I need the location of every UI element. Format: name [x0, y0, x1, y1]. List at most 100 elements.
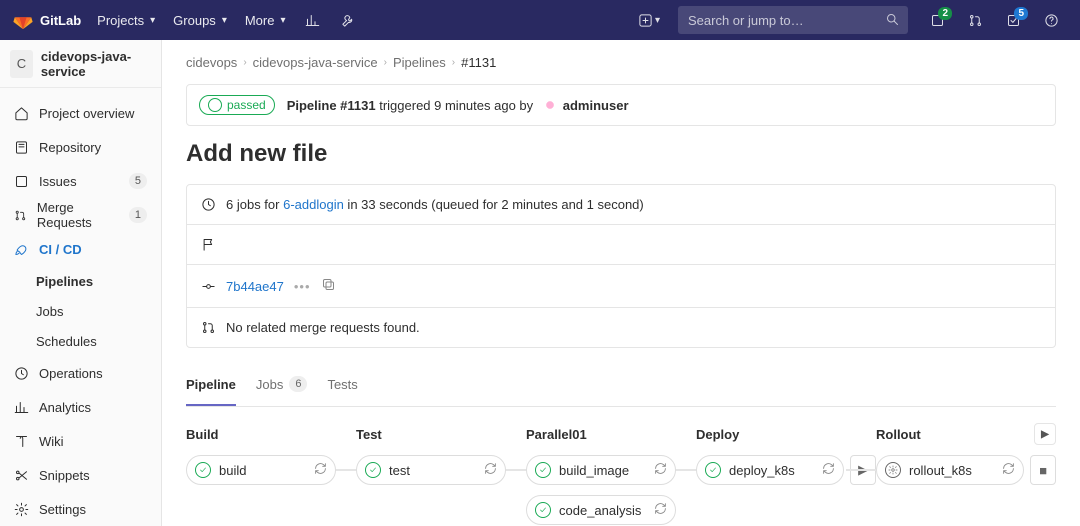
target-row	[187, 224, 1055, 264]
sidebar-item-repository[interactable]: Repository	[0, 130, 161, 164]
gear-status-icon	[885, 462, 901, 478]
issues-count-badge: 2	[938, 7, 952, 20]
job-pill[interactable]: test	[356, 455, 506, 485]
search-input[interactable]	[678, 6, 908, 34]
scissors-icon	[14, 468, 29, 483]
nav-todos-link[interactable]: 5	[996, 3, 1030, 37]
nav-admin-icon[interactable]	[332, 3, 366, 37]
job-pill[interactable]: deploy_k8s	[696, 455, 844, 485]
sidebar-item-snippets[interactable]: Snippets	[0, 458, 161, 492]
gitlab-logo[interactable]: GitLab	[12, 9, 81, 31]
sidebar-sub-pipelines[interactable]: Pipelines	[0, 266, 161, 296]
stage-header: Build	[186, 423, 356, 445]
help-icon	[1044, 13, 1059, 28]
sidebar-item-operations[interactable]: Operations	[0, 356, 161, 390]
retry-icon[interactable]	[654, 462, 667, 478]
check-status-icon	[535, 502, 551, 518]
sidebar-item-issues[interactable]: Issues 5	[0, 164, 161, 198]
sidebar-item-analytics[interactable]: Analytics	[0, 390, 161, 424]
job-name: build_image	[559, 463, 646, 478]
retry-icon[interactable]	[654, 502, 667, 518]
breadcrumb: cidevops› cidevops-java-service› Pipelin…	[186, 40, 1056, 84]
nav-groups[interactable]: Groups▾	[165, 7, 235, 34]
stage-column: Rollout▶ rollout_k8s■	[876, 423, 1056, 485]
issues-count: 5	[129, 173, 147, 189]
branch-link[interactable]: 6-addlogin	[283, 197, 344, 212]
sidebar-item-label: Snippets	[39, 468, 90, 483]
sidebar-item-settings[interactable]: Settings	[0, 492, 161, 526]
retry-icon[interactable]	[484, 462, 497, 478]
job-pill[interactable]: build	[186, 455, 336, 485]
nav-more[interactable]: More▾	[237, 7, 294, 34]
chevron-down-icon: ▾	[150, 15, 155, 26]
stage-column: Build build	[186, 423, 356, 485]
sidebar-item-merge-requests[interactable]: Merge Requests 1	[0, 198, 161, 232]
stage-header: Parallel01	[526, 423, 696, 445]
operations-icon	[14, 366, 29, 381]
stage-header: Rollout▶	[876, 423, 1056, 445]
main-content: cidevops› cidevops-java-service› Pipelin…	[162, 40, 1080, 526]
crumb-group[interactable]: cidevops	[186, 55, 237, 70]
related-mr-row: No related merge requests found.	[187, 307, 1055, 347]
sidebar-item-label: Wiki	[39, 434, 64, 449]
home-icon	[14, 106, 29, 121]
nav-mr-link[interactable]	[958, 3, 992, 37]
tab-pipeline[interactable]: Pipeline	[186, 366, 236, 406]
merge-request-icon	[968, 13, 983, 28]
check-status-icon	[535, 462, 551, 478]
stop-job-button[interactable]: ■	[1030, 455, 1056, 485]
crumb-project[interactable]: cidevops-java-service	[253, 55, 378, 70]
nav-projects[interactable]: Projects▾	[89, 7, 163, 34]
sidebar-item-overview[interactable]: Project overview	[0, 96, 161, 130]
stage-header: Deploy	[696, 423, 876, 445]
plus-icon	[638, 13, 653, 28]
job-summary-row: 6 jobs for 6-addlogin in 33 seconds (que…	[187, 185, 1055, 224]
pipeline-info-box: 6 jobs for 6-addlogin in 33 seconds (que…	[186, 184, 1056, 348]
check-status-icon	[365, 462, 381, 478]
nav-issues-link[interactable]: 2	[920, 3, 954, 37]
project-header[interactable]: C cidevops-java-service	[0, 40, 161, 88]
crumb-section[interactable]: Pipelines	[393, 55, 446, 70]
retry-icon[interactable]	[1002, 462, 1015, 478]
job-pill[interactable]: rollout_k8s	[876, 455, 1024, 485]
gear-icon	[14, 502, 29, 517]
tab-tests[interactable]: Tests	[327, 366, 357, 406]
job-name: deploy_k8s	[729, 463, 814, 478]
nav-activity-icon[interactable]	[296, 3, 330, 37]
top-navbar: GitLab Projects▾ Groups▾ More▾ ▾ 2 5	[0, 0, 1080, 40]
copy-icon	[321, 277, 336, 292]
sidebar-item-label: Merge Requests	[37, 200, 119, 230]
rocket-icon	[14, 242, 29, 257]
clock-icon	[201, 197, 216, 212]
mr-count: 1	[129, 207, 147, 223]
nav-plus-button[interactable]: ▾	[632, 3, 666, 37]
job-pill[interactable]: build_image	[526, 455, 676, 485]
commit-icon	[201, 279, 216, 294]
copy-sha-button[interactable]	[321, 277, 336, 295]
pipeline-trigger-text: Pipeline #1131 triggered 9 minutes ago b…	[287, 96, 629, 114]
commit-sha-link[interactable]: 7b44ae47	[226, 279, 284, 294]
play-all-button[interactable]: ▶	[1034, 423, 1056, 445]
crumb-current: #1131	[461, 55, 496, 70]
nav-help[interactable]	[1034, 3, 1068, 37]
merge-request-icon	[14, 208, 27, 223]
stage-column: Parallel01 build_image code_analysis	[526, 423, 696, 525]
wrench-icon	[341, 13, 356, 28]
sidebar-item-wiki[interactable]: Wiki	[0, 424, 161, 458]
sidebar-item-cicd[interactable]: CI / CD	[0, 232, 161, 266]
job-pill[interactable]: code_analysis	[526, 495, 676, 525]
issue-icon	[14, 174, 29, 189]
project-sidebar: C cidevops-java-service Project overview…	[0, 40, 162, 526]
chart-icon	[305, 13, 320, 28]
sidebar-sub-schedules[interactable]: Schedules	[0, 326, 161, 356]
tab-jobs[interactable]: Jobs6	[256, 366, 308, 406]
sidebar-item-label: Operations	[39, 366, 103, 381]
retry-icon[interactable]	[822, 462, 835, 478]
sidebar-sub-jobs[interactable]: Jobs	[0, 296, 161, 326]
stage-header: Test	[356, 423, 526, 445]
commit-menu[interactable]: •••	[294, 279, 311, 294]
sidebar-item-label: Issues	[39, 174, 77, 189]
retry-icon[interactable]	[314, 462, 327, 478]
tanuki-icon	[12, 9, 34, 31]
stage-column: Test test	[356, 423, 526, 485]
